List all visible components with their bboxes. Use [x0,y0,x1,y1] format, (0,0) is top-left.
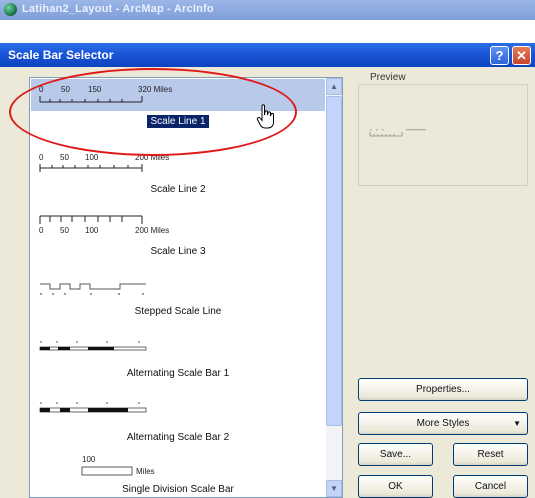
reset-button[interactable]: Reset [453,443,528,466]
list-item-scale-line-1[interactable]: 0 50 150 320 Miles Scale Line 1 [30,78,326,138]
tick-label: 150 [88,85,102,94]
tick-label: 200 Miles [135,153,169,162]
tick-label: 0 [39,226,44,235]
list-item-stepped-scale-line[interactable]: Stepped Scale Line [30,272,326,326]
close-button[interactable]: ✕ [512,46,531,65]
hand-pointer-icon [256,104,274,129]
tick-label: 100 [82,455,96,464]
scale-line-1-sample: 0 50 150 320 Miles [39,85,172,103]
cancel-button[interactable]: Cancel [453,475,528,498]
arcmap-globe-icon [4,3,17,16]
style-label: Scale Line 3 [150,246,206,257]
single-division-scale-bar-sample: 100 Miles [81,455,155,476]
style-label: Alternating Scale Bar 1 [126,368,230,379]
dialog-title-bar: Scale Bar Selector ? ✕ [0,43,535,67]
scroll-down-button[interactable]: ▼ [326,480,342,497]
ok-button[interactable]: OK [358,475,433,498]
dialog-title: Scale Bar Selector [8,48,114,62]
tick-label: Miles [136,467,155,476]
stepped-scale-line-sample [40,283,146,295]
help-button[interactable]: ? [490,46,509,65]
alternating-scale-bar-1-sample [39,341,147,351]
tick-label: 50 [60,226,69,235]
tick-label: 50 [61,85,70,94]
more-styles-button[interactable]: More Styles ▼ [358,412,528,435]
style-label: Scale Line 2 [150,184,206,195]
list-item-alternating-scale-bar-2[interactable]: Alternating Scale Bar 2 [30,396,326,452]
list-item-alternating-scale-bar-1[interactable]: Alternating Scale Bar 1 [30,334,326,390]
style-label: Stepped Scale Line [134,306,222,317]
list-scrollbar[interactable]: ▲ ▼ [326,78,342,497]
scale-line-3-sample: 0 50 100 200 Miles [39,215,169,235]
save-button[interactable]: Save... [358,443,433,466]
list-item-scale-line-2[interactable]: 0 50 100 200 Miles Scale Line 2 [30,146,326,200]
list-item-single-division-scale-bar[interactable]: 100 Miles Single Division Scale Bar [30,454,326,497]
style-label: Alternating Scale Bar 2 [126,432,230,443]
style-label: Single Division Scale Bar [122,484,234,495]
tick-label: 200 Miles [135,226,169,235]
scale-line-2-sample: 0 50 100 200 Miles [39,153,169,172]
tick-label: 0 [39,153,44,162]
scroll-up-button[interactable]: ▲ [326,78,342,95]
preview-scale-bar [369,129,426,137]
app-title: Latihan2_Layout - ArcMap - ArcInfo [22,3,214,15]
properties-button[interactable]: Properties... [358,378,528,401]
alternating-scale-bar-2-sample [39,402,147,413]
app-title-bar: Latihan2_Layout - ArcMap - ArcInfo [0,0,535,20]
preview-title: Preview [368,72,408,83]
list-item-scale-line-3[interactable]: 0 50 100 200 Miles Scale Line 3 [30,204,326,262]
tick-label: 100 [85,153,99,162]
scale-bar-style-list[interactable]: 0 50 150 320 Miles Scale Line 1 0 50 100… [29,77,343,498]
tick-label: 50 [60,153,69,162]
scroll-thumb[interactable] [326,96,342,426]
style-label: Scale Line 1 [147,115,209,128]
tick-label: 0 [39,85,44,94]
tick-label: 100 [85,226,99,235]
tick-label: 320 Miles [138,85,172,94]
dropdown-arrow-icon: ▼ [513,419,521,428]
more-styles-label: More Styles [416,418,470,429]
